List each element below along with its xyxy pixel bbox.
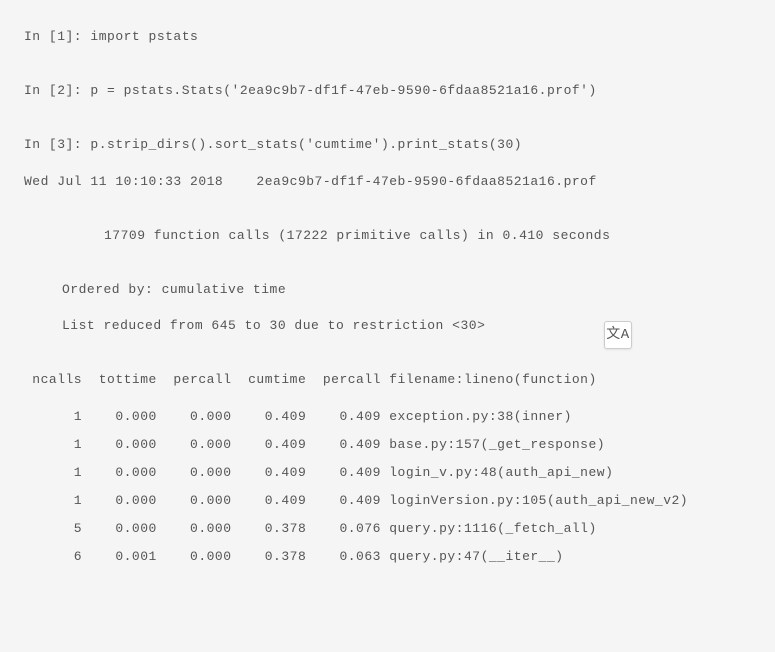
code-line-in3: In [3]: p.strip_dirs().sort_stats('cumti…: [24, 136, 751, 154]
blank-line: [24, 305, 751, 317]
blank-line: [24, 396, 751, 408]
output-summary: 17709 function calls (17222 primitive ca…: [24, 227, 751, 245]
blank-line: [24, 341, 751, 371]
stats-row: 1 0.000 0.000 0.409 0.409 login_v.py:48(…: [24, 464, 751, 482]
stats-row: 6 0.001 0.000 0.378 0.063 query.py:47(__…: [24, 548, 751, 566]
stats-header-row: ncalls tottime percall cumtime percall f…: [24, 371, 751, 389]
translate-button[interactable]: 文A: [604, 321, 632, 349]
output-ordered-by: Ordered by: cumulative time: [24, 281, 751, 299]
blank-line: [24, 197, 751, 227]
stats-row: 1 0.000 0.000 0.409 0.409 base.py:157(_g…: [24, 436, 751, 454]
stats-row: 1 0.000 0.000 0.409 0.409 exception.py:3…: [24, 408, 751, 426]
blank-line: [24, 106, 751, 136]
code-line-in1: In [1]: import pstats: [24, 28, 751, 46]
output-date-prof: Wed Jul 11 10:10:33 2018 2ea9c9b7-df1f-4…: [24, 173, 751, 191]
stats-row: 5 0.000 0.000 0.378 0.076 query.py:1116(…: [24, 520, 751, 538]
blank-line: [24, 161, 751, 173]
blank-line: [24, 52, 751, 82]
blank-line: [24, 251, 751, 281]
output-list-reduced: List reduced from 645 to 30 due to restr…: [24, 317, 751, 335]
stats-body: 1 0.000 0.000 0.409 0.409 exception.py:3…: [24, 408, 751, 567]
translate-icon: 文A: [606, 326, 629, 346]
code-line-in2: In [2]: p = pstats.Stats('2ea9c9b7-df1f-…: [24, 82, 751, 100]
stats-row: 1 0.000 0.000 0.409 0.409 loginVersion.p…: [24, 492, 751, 510]
